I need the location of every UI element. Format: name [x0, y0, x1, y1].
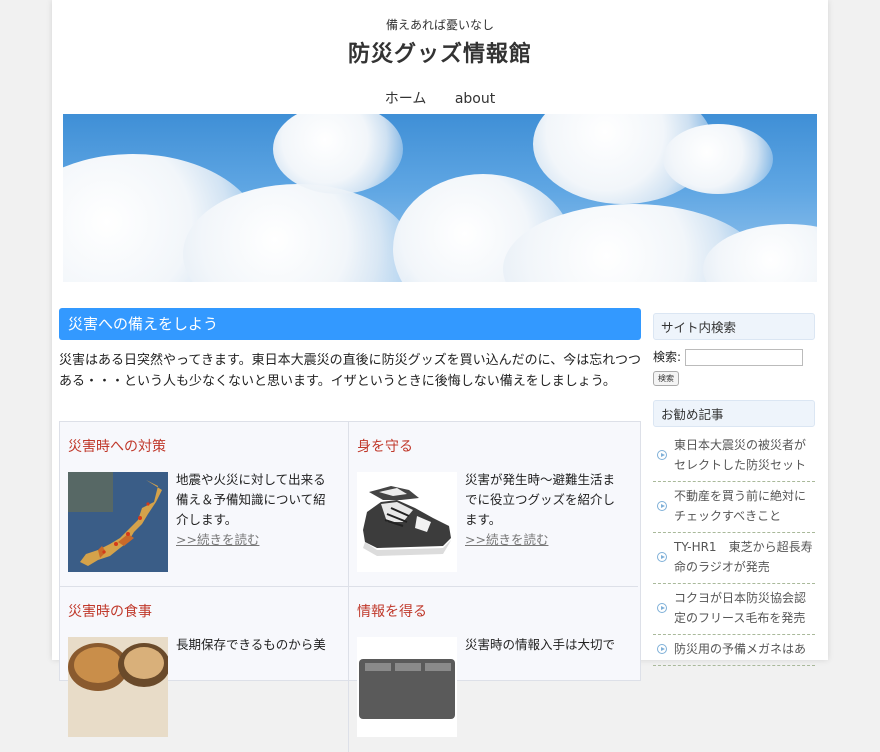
read-more-link[interactable]: >>続きを読む [176, 532, 259, 547]
card-title[interactable]: 災害時の食事 [68, 601, 152, 621]
recommended-item-label[interactable]: コクヨが日本防災協会認定のフリース毛布を発売 [674, 591, 806, 625]
topic-card: 災害時の食事 長期保存できるものから美 [60, 587, 349, 752]
card-description: 長期保存できるものから美 [176, 635, 336, 655]
topic-card: 災害時への対策 地震や火災に対して出来る備え＆予備知識について紹介します。 >>… [60, 422, 349, 587]
card-title[interactable]: 情報を得る [357, 601, 427, 621]
chevron-right-icon [657, 552, 667, 562]
recommended-item-label[interactable]: 不動産を買う前に絶対にチェックすべきこと [674, 489, 806, 523]
nav-item-about[interactable]: about [455, 91, 495, 107]
topic-card-grid: 災害時への対策 地震や火災に対して出来る備え＆予備知識について紹介します。 >>… [59, 421, 641, 752]
site-title[interactable]: 防災グッズ情報館 [52, 36, 828, 68]
main-content: 災害への備えをしよう 災害はある日突然やってきます。東日本大震災の直後に防災グッ… [59, 308, 642, 752]
topic-card: 情報を得る 災害時の情報入手は大切で [349, 587, 638, 752]
chevron-right-icon [657, 644, 667, 654]
search-button[interactable]: 検索 [653, 371, 679, 386]
recommended-widget: お勧め記事 東日本大震災の被災者がセレクトした防災セット 不動産を買う前に絶対に… [653, 400, 815, 666]
sidebar: サイト内検索 検索: 検索 お勧め記事 東日本大震災の被災者がセレクトした防災セ… [653, 313, 815, 666]
hero-sky-image [63, 114, 817, 282]
search-label: 検索: [653, 350, 682, 364]
section-heading: 災害への備えをしよう [59, 308, 641, 340]
site-tagline: 備えあれば憂いなし [385, 18, 494, 32]
recommended-list: 東日本大震災の被災者がセレクトした防災セット 不動産を買う前に絶対にチェックすべ… [653, 431, 815, 666]
intro-text: 災害はある日突然やってきます。東日本大震災の直後に防災グッズを買い込んだのに、今… [59, 353, 642, 389]
card-description: 災害時の情報入手は大切で [465, 635, 625, 655]
card-text: 災害時の情報入手は大切で [465, 637, 616, 652]
search-form: 検索: 検索 [653, 348, 815, 386]
search-input[interactable] [684, 349, 803, 366]
recommended-item[interactable]: 防災用の予備メガネはあ [653, 635, 815, 666]
japan-map-image[interactable] [68, 472, 168, 572]
sneaker-image[interactable] [357, 472, 457, 572]
card-text: 地震や火災に対して出来る備え＆予備知識について紹介します。 [176, 472, 326, 527]
read-more-link[interactable]: >>続きを読む [465, 532, 548, 547]
search-widget-heading: サイト内検索 [653, 313, 815, 340]
card-description: 災害が発生時〜避難生活までに役立つグッズを紹介します。 >>続きを読む [465, 470, 625, 550]
recommended-item[interactable]: 東日本大震災の被災者がセレクトした防災セット [653, 431, 815, 482]
recommended-item-label[interactable]: TY-HR1 東芝から超長寿命のラジオが発売 [674, 540, 813, 574]
card-description: 地震や火災に対して出来る備え＆予備知識について紹介します。 >>続きを読む [176, 470, 336, 550]
card-title[interactable]: 災害時への対策 [68, 436, 166, 456]
recommended-item[interactable]: コクヨが日本防災協会認定のフリース毛布を発売 [653, 584, 815, 635]
recommended-heading: お勧め記事 [653, 400, 815, 427]
recommended-item[interactable]: TY-HR1 東芝から超長寿命のラジオが発売 [653, 533, 815, 584]
nav-item-home[interactable]: ホーム [385, 88, 427, 108]
food-image[interactable] [68, 637, 168, 737]
recommended-item-label[interactable]: 東日本大震災の被災者がセレクトした防災セット [674, 438, 806, 472]
card-text: 災害が発生時〜避難生活までに役立つグッズを紹介します。 [465, 472, 616, 527]
chevron-right-icon [657, 501, 667, 511]
card-title[interactable]: 身を守る [357, 436, 413, 456]
global-nav: ホーム about [52, 88, 828, 108]
chevron-right-icon [657, 603, 667, 613]
topic-card: 身を守る 災害が発生時〜避難生活までに役立つグッズを紹介します。 >>続きを読む [349, 422, 638, 587]
recommended-item-label[interactable]: 防災用の予備メガネはあ [674, 642, 806, 656]
page-container: 備えあれば憂いなし 防災グッズ情報館 ホーム about 災害への備えをしよう … [52, 0, 828, 752]
chevron-right-icon [657, 450, 667, 460]
radio-image[interactable] [357, 637, 457, 737]
card-text: 長期保存できるものから美 [176, 637, 326, 652]
recommended-item[interactable]: 不動産を買う前に絶対にチェックすべきこと [653, 482, 815, 533]
